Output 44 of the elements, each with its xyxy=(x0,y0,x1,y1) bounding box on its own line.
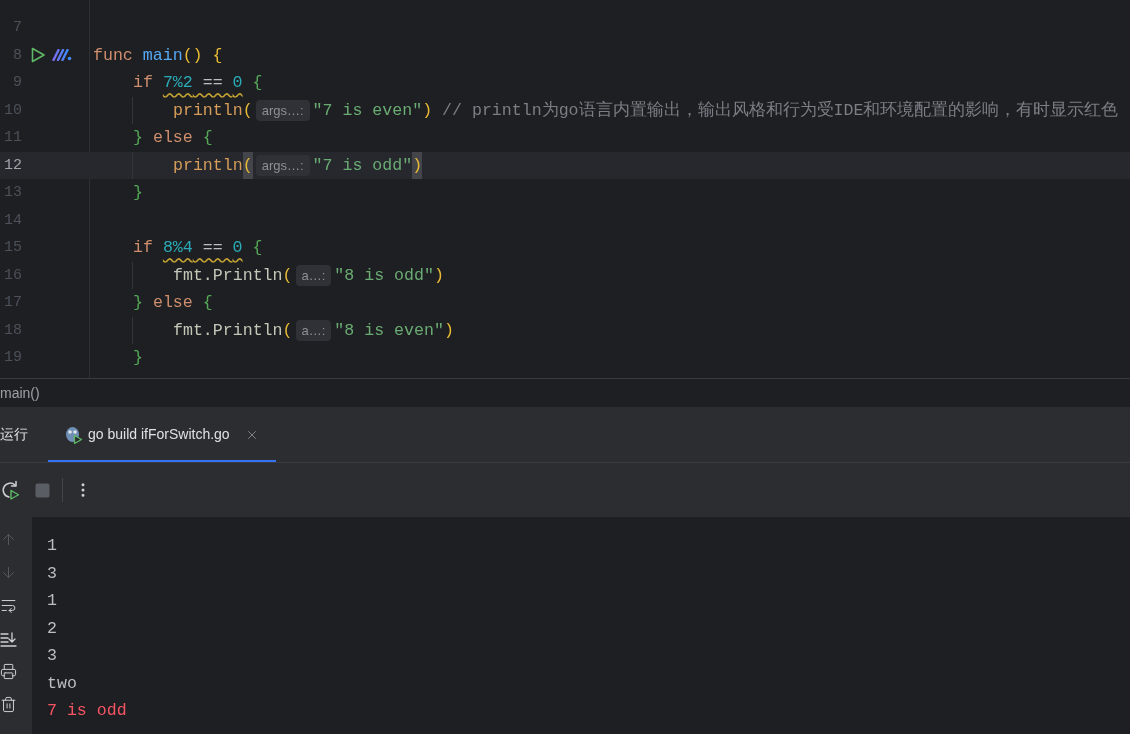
print-icon[interactable] xyxy=(0,663,17,680)
parameter-hint: a…: xyxy=(295,264,332,286)
code-text: if xyxy=(133,72,154,94)
console-line: 3 xyxy=(47,645,57,667)
code-text: } else { xyxy=(133,127,213,149)
matched-bracket: ) xyxy=(412,151,423,179)
code-text: println xyxy=(173,154,243,177)
trash-icon[interactable] xyxy=(0,696,17,713)
soft-wrap-icon[interactable] xyxy=(0,597,17,614)
code-text: } xyxy=(133,347,143,369)
code-text: fmt.Println( xyxy=(173,264,293,287)
code-text: { xyxy=(251,72,263,94)
console-line: 1 xyxy=(47,535,57,557)
console-line: 7 is odd xyxy=(47,700,127,722)
code-text: } else { xyxy=(133,292,213,314)
scroll-to-end-icon[interactable] xyxy=(0,630,17,647)
console-line: 1 xyxy=(47,590,57,612)
parameter-hint: args…: xyxy=(255,99,310,121)
code-text: } xyxy=(133,182,143,204)
console-line: two xyxy=(47,672,77,695)
code-text: "8 is odd") xyxy=(334,264,444,287)
tool-window-title: 运行 xyxy=(0,425,28,444)
parameter-hint: a…: xyxy=(295,319,332,341)
code-text: "7 is even") xyxy=(312,99,433,122)
rerun-icon[interactable] xyxy=(0,480,20,500)
parameter-hint: args…: xyxy=(255,154,310,176)
code-text: "8 is even") xyxy=(334,319,454,342)
line-number: 12 xyxy=(3,155,22,176)
code-text: println( xyxy=(173,99,253,122)
console-line: 2 xyxy=(47,617,57,640)
creature-play-icon xyxy=(65,425,83,444)
code-text: func main() { xyxy=(93,44,223,67)
run-icon[interactable] xyxy=(30,47,46,64)
slashes-icon[interactable] xyxy=(52,49,72,62)
code-text: 7%2 == 0 xyxy=(162,72,243,94)
code-comment: // println为go语言内置输出，输出风格和行为受IDE和环境配置的影响，有时显示红色 xyxy=(442,99,1119,122)
code-text: 8%4 == 0 xyxy=(162,237,243,259)
code-text: "7 is odd" xyxy=(312,154,413,177)
code-text: if xyxy=(133,237,154,259)
matched-bracket: ( xyxy=(242,151,253,179)
breadcrumb-item[interactable]: main() xyxy=(0,382,40,404)
console-line: 3 xyxy=(47,562,57,585)
code-text: { xyxy=(251,237,263,259)
code-text: fmt.Println( xyxy=(173,319,293,342)
